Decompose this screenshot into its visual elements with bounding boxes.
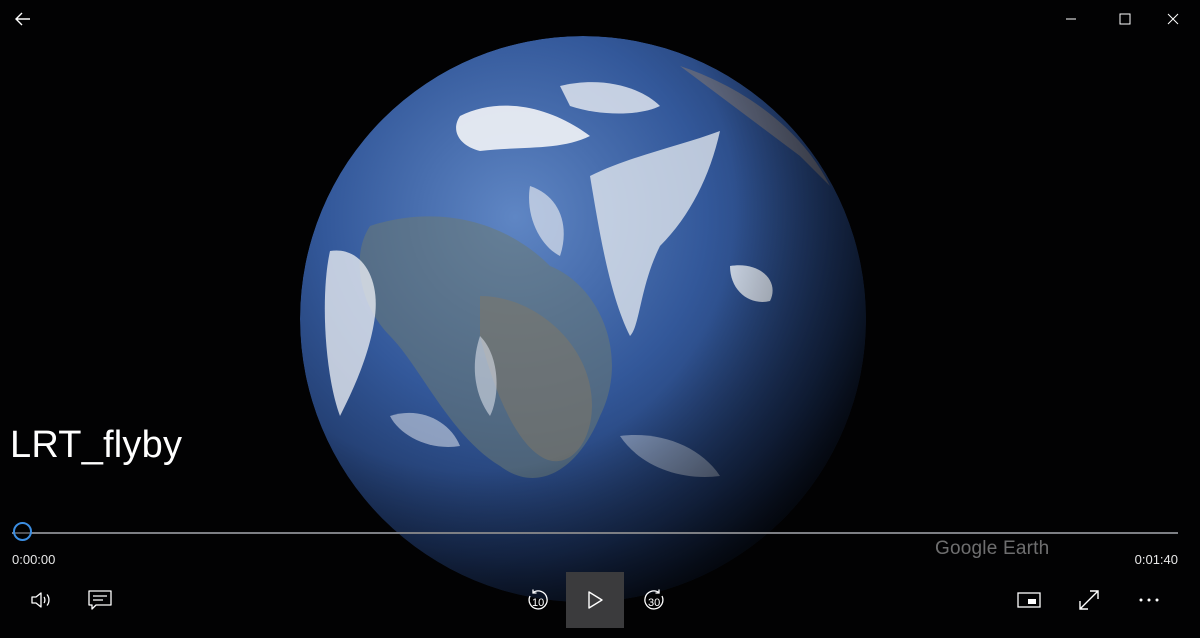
volume-icon <box>30 590 54 610</box>
captions-icon <box>87 589 113 611</box>
play-icon <box>586 590 604 610</box>
mini-view-button[interactable] <box>1006 572 1052 628</box>
current-time: 0:00:00 <box>12 552 56 567</box>
more-icon <box>1138 597 1160 603</box>
fullscreen-button[interactable] <box>1066 572 1112 628</box>
skip-back-button[interactable]: 10 <box>514 572 560 628</box>
skip-back-label: 10 <box>532 597 545 609</box>
maximize-icon <box>1119 13 1131 25</box>
minimize-icon <box>1065 13 1077 25</box>
skip-forward-button[interactable]: 30 <box>632 572 678 628</box>
title-bar <box>0 0 1200 38</box>
earth-globe-image <box>300 36 866 602</box>
close-button[interactable] <box>1150 0 1196 38</box>
total-time: 0:01:40 <box>1134 552 1178 567</box>
mini-view-icon <box>1016 590 1042 610</box>
captions-button[interactable] <box>78 572 122 628</box>
google-earth-watermark: Google Earth <box>935 538 1050 559</box>
volume-button[interactable] <box>20 572 64 628</box>
video-title: LRT_flyby <box>10 424 183 466</box>
play-button[interactable] <box>566 572 624 628</box>
skip-forward-label: 30 <box>648 597 661 609</box>
more-button[interactable] <box>1126 572 1172 628</box>
skip-back-icon: 10 <box>524 587 550 613</box>
arrow-left-icon <box>15 12 31 26</box>
back-button[interactable] <box>0 0 46 38</box>
minimize-button[interactable] <box>1048 0 1094 38</box>
fullscreen-icon <box>1077 588 1101 612</box>
seek-bar[interactable] <box>12 532 1178 534</box>
close-icon <box>1167 13 1179 25</box>
maximize-button[interactable] <box>1102 0 1148 38</box>
seek-thumb[interactable] <box>13 522 32 541</box>
skip-forward-icon: 30 <box>642 587 668 613</box>
